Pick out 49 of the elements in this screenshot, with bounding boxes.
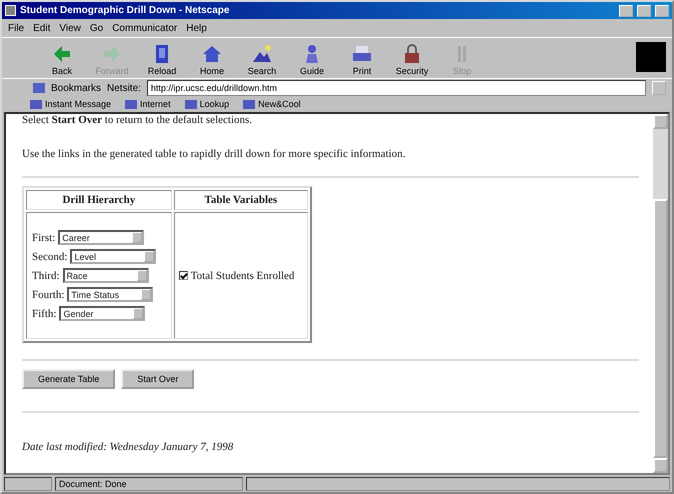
bookmark-icon — [32, 82, 48, 94]
menu-item[interactable]: View — [59, 22, 81, 34]
checkbox[interactable] — [178, 271, 188, 280]
location-label: Netsite: — [107, 82, 141, 94]
checkbox-label: Total Students Enrolled — [190, 270, 294, 282]
last-modified-text: Date last modified: Wednesday January 7, 1998 — [22, 441, 234, 453]
level-label: First: — [32, 232, 56, 244]
dropdown-button[interactable] — [652, 81, 666, 95]
window-title: Student Demographic Drill Down - Netscape — [20, 5, 230, 16]
toolbar-button[interactable]: Guide — [292, 42, 332, 76]
toolbar-button[interactable]: Home — [192, 42, 232, 76]
status-panel — [4, 476, 52, 490]
level-label: Fourth: — [32, 288, 64, 300]
scrollbar[interactable] — [653, 114, 668, 473]
toolbar-button[interactable]: Back — [42, 42, 82, 76]
personal-toolbar-link[interactable]: Internet — [125, 99, 171, 109]
url-field[interactable]: http://ipr.ucsc.edu/drilldown.htm — [146, 80, 646, 96]
minimize-button[interactable] — [619, 4, 633, 16]
app-icon — [5, 5, 16, 16]
personal-toolbar-link[interactable]: Lookup — [184, 99, 230, 109]
status-text: Document: Done — [55, 476, 243, 490]
personal-toolbar-link[interactable]: New&Cool — [243, 99, 301, 109]
level-label: Third: — [32, 270, 60, 282]
toolbar-button[interactable]: Security — [392, 42, 432, 76]
dropdown-field[interactable]: Career — [58, 230, 144, 245]
dropdown-field[interactable]: Level — [70, 249, 156, 264]
toolbar-button[interactable]: Reload — [142, 42, 182, 76]
form-button[interactable]: Generate Table — [22, 369, 116, 389]
maximize-button[interactable] — [637, 4, 651, 16]
instruction-text: Use the links in the generated table to rapidly drill down for more specific information. — [22, 148, 406, 160]
column-header: Table Variables — [174, 190, 308, 210]
column-header: Drill Hierarchy — [26, 190, 172, 210]
level-label: Fifth: — [32, 308, 56, 320]
menu-item[interactable]: Go — [90, 22, 104, 34]
close-button[interactable] — [655, 4, 669, 16]
toolbar-button[interactable]: Print — [342, 42, 382, 76]
form-button[interactable]: Start Over — [121, 369, 194, 389]
dropdown-field[interactable]: Time Status — [67, 287, 154, 302]
dropdown-field[interactable]: Race — [62, 268, 148, 283]
menu-item[interactable]: Edit — [33, 22, 50, 34]
menu-item[interactable]: Communicator — [112, 22, 178, 34]
menu-item[interactable]: Help — [186, 22, 207, 34]
menu-item[interactable]: File — [8, 22, 24, 34]
toolbar-button[interactable]: Search — [242, 42, 282, 76]
instruction-text: Select Start Over to return to the default selections. — [22, 114, 254, 126]
dropdown-field[interactable]: Gender — [59, 306, 146, 321]
bookmarks-button[interactable]: Bookmarks — [51, 82, 102, 94]
level-label: Second: — [32, 250, 68, 262]
personal-toolbar-link[interactable]: Instant Message — [30, 99, 112, 109]
